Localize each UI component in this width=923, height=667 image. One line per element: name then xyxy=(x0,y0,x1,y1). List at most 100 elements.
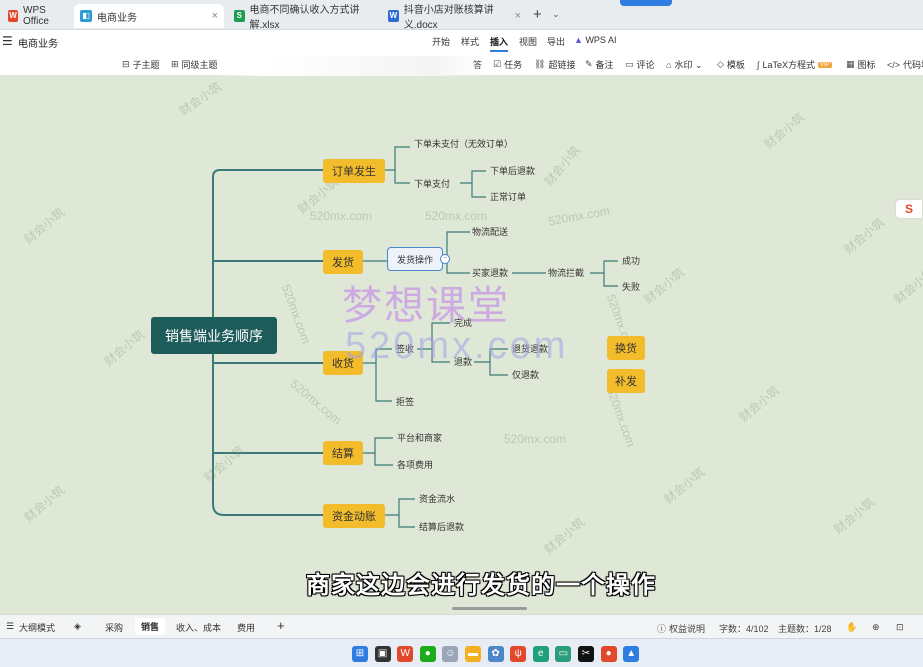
outline-mode-button[interactable]: 大纲模式 xyxy=(19,621,55,634)
outline-icon[interactable]: ☰ xyxy=(6,621,14,632)
topic-normal-order[interactable]: 正常订单 xyxy=(490,190,526,203)
task-view-icon[interactable]: ▣ xyxy=(374,646,391,662)
watermark-label: 水印 ⌄ xyxy=(674,60,703,70)
menu-export[interactable]: 导出 xyxy=(547,35,565,48)
rights-link[interactable]: 权益说明 xyxy=(669,622,705,635)
sheet-tab-purchase[interactable]: 采购 xyxy=(105,621,123,634)
topic-settle[interactable]: 结算 xyxy=(323,441,363,465)
tab-document[interactable]: W 抖音小店对账核算讲义.docx × xyxy=(382,4,527,31)
ai-icon: ▲ xyxy=(574,35,583,45)
topic-fees[interactable]: 各项费用 xyxy=(397,458,433,471)
video-icon[interactable]: ▲ xyxy=(623,646,640,662)
floating-topic-exchange[interactable]: 换货 xyxy=(607,336,645,360)
topic-fail[interactable]: 失败 xyxy=(622,280,640,293)
topic-logistics[interactable]: 物流配送 xyxy=(472,225,508,238)
assistant-icon[interactable]: ☺ xyxy=(442,646,459,662)
menu-wps-ai[interactable]: ▲ WPS AI xyxy=(574,35,616,45)
new-tab-button[interactable]: + xyxy=(533,6,542,23)
sibling-topic-button[interactable]: ⊞ 同级主题 xyxy=(171,58,218,71)
target-icon[interactable]: ⊕ xyxy=(872,622,880,633)
document-icon: W xyxy=(388,10,399,22)
video-watermark: 梦想课堂 xyxy=(342,283,510,329)
record-icon[interactable]: ● xyxy=(600,646,617,662)
tab-spreadsheet[interactable]: S 电商不同确认收入方式讲解.xlsx xyxy=(228,4,378,31)
menu-style[interactable]: 样式 xyxy=(461,35,479,48)
topic-success[interactable]: 成功 xyxy=(622,254,640,267)
input-method-logo-icon[interactable]: S xyxy=(896,200,922,218)
topic-ship[interactable]: 发货 xyxy=(323,250,363,274)
network-icon[interactable]: ✿ xyxy=(487,646,504,662)
topic-unpaid[interactable]: 下单未支付（无效订单） xyxy=(414,137,513,150)
tab-wps-office[interactable]: W WPS Office xyxy=(2,4,72,28)
icon-button[interactable]: ▦ 图标 xyxy=(846,58,876,71)
watermark-button[interactable]: ⌂ 水印 ⌄ xyxy=(666,58,702,71)
topic-order[interactable]: 订单发生 xyxy=(323,159,385,183)
windows-start-icon[interactable]: ⊞ xyxy=(352,646,368,662)
spreadsheet-icon: S xyxy=(234,10,245,22)
topic-refund-after[interactable]: 下单后退款 xyxy=(490,164,535,177)
sibling-topic-icon: ⊞ xyxy=(171,59,179,69)
code-icon: </> xyxy=(887,59,901,70)
wechat-icon[interactable]: ● xyxy=(419,646,436,662)
chart-icon: ▦ xyxy=(846,59,855,69)
root-topic[interactable]: 销售端业务顺序 xyxy=(151,317,277,354)
comment-button[interactable]: ▭ 评论 xyxy=(625,58,655,71)
capcut-icon[interactable]: ✂ xyxy=(578,646,594,662)
hyperlink-button[interactable]: ⛓ 超链接 xyxy=(534,58,575,71)
sheet-tab-income-cost[interactable]: 收入、成本 xyxy=(176,621,221,634)
tab-mindmap-active[interactable]: ◧ 电商业务 × xyxy=(74,4,224,28)
topic-platform-merchant[interactable]: 平台和商家 xyxy=(397,431,442,444)
topic-paid[interactable]: 下单支付 xyxy=(414,177,450,190)
sheet-tab-sales[interactable]: 销售 xyxy=(135,618,166,635)
hamburger-menu-icon[interactable]: ☰ xyxy=(2,34,13,48)
mindmap-icon: ◧ xyxy=(80,10,92,22)
task-button[interactable]: ☑ 任务 xyxy=(493,58,522,71)
latex-button[interactable]: ∫ LaTeX方程式 VIP xyxy=(757,58,832,71)
topic-refund-only[interactable]: 仅退款 xyxy=(512,368,539,381)
template-label: 模板 xyxy=(726,60,745,70)
add-sheet-button[interactable]: + xyxy=(277,618,285,633)
note-button[interactable]: ✎ 备注 xyxy=(585,58,614,71)
subtopic-label: 子主题 xyxy=(132,60,160,70)
edge-icon[interactable]: e xyxy=(532,646,549,662)
windows-taskbar: ⊞ ▣ W ● ☺ ▬ ✿ ψ e ▭ ✂ ● ▲ xyxy=(0,638,923,667)
topic-settle-refund[interactable]: 结算后退款 xyxy=(419,520,464,533)
floating-topic-restock[interactable]: 补发 xyxy=(607,369,645,393)
folder-icon[interactable]: ▬ xyxy=(465,646,481,662)
mindmap-canvas[interactable]: 财会小筑 财会小筑 财会小筑 520mx.com 520mx.com 520mx… xyxy=(0,77,923,611)
latex-label: LaTeX方程式 xyxy=(762,60,815,70)
topic-capital-flow[interactable]: 资金流水 xyxy=(419,492,455,505)
sheet-tab-expense[interactable]: 费用 xyxy=(237,621,255,634)
topic-count: 主题数：1/28 xyxy=(778,624,832,634)
menu-start[interactable]: 开始 xyxy=(432,35,450,48)
topic-reject[interactable]: 拒签 xyxy=(396,395,414,408)
screen-icon[interactable]: ▭ xyxy=(555,646,572,662)
code-block-button[interactable]: </> 代码块 xyxy=(887,58,923,71)
layers-icon[interactable]: ◈ xyxy=(74,621,81,632)
horizontal-scrollbar[interactable] xyxy=(452,607,527,610)
subtopic-button[interactable]: ⊟ 子主题 xyxy=(122,58,160,71)
topic-intercept[interactable]: 物流拦截 xyxy=(548,266,584,279)
hand-tool-icon[interactable]: ✋ xyxy=(846,622,857,633)
comment-icon: ▭ xyxy=(625,59,634,69)
collapse-toggle-icon[interactable]: − xyxy=(440,254,450,264)
template-button[interactable]: ◇ 模板 xyxy=(717,58,745,71)
latex-icon: ∫ xyxy=(757,59,760,70)
menu-insert[interactable]: 插入 xyxy=(490,35,509,52)
task-icon: ☑ xyxy=(493,59,502,69)
document-title[interactable]: 电商业务 xyxy=(18,35,58,50)
video-subtitle: 商家这边会进行发货的一个操作 xyxy=(306,572,656,599)
watermark-icon: ⌂ xyxy=(666,59,672,70)
watermark-text: 520mx.com xyxy=(504,432,567,446)
close-icon[interactable]: × xyxy=(515,10,521,22)
chevron-down-icon[interactable]: ⌄ xyxy=(552,9,560,20)
wifi-tool-icon[interactable]: ψ xyxy=(510,646,527,662)
menu-view[interactable]: 视图 xyxy=(519,35,537,48)
topic-capital[interactable]: 资金动账 xyxy=(323,504,385,528)
topic-ship-operation[interactable]: 发货操作 xyxy=(387,247,443,271)
fit-screen-icon[interactable]: ⊡ xyxy=(896,622,904,633)
close-icon[interactable]: × xyxy=(212,10,218,22)
watermark-text: 520mx.com xyxy=(425,209,488,223)
wps-taskbar-icon[interactable]: W xyxy=(397,646,414,662)
comment-label: 评论 xyxy=(636,60,655,70)
